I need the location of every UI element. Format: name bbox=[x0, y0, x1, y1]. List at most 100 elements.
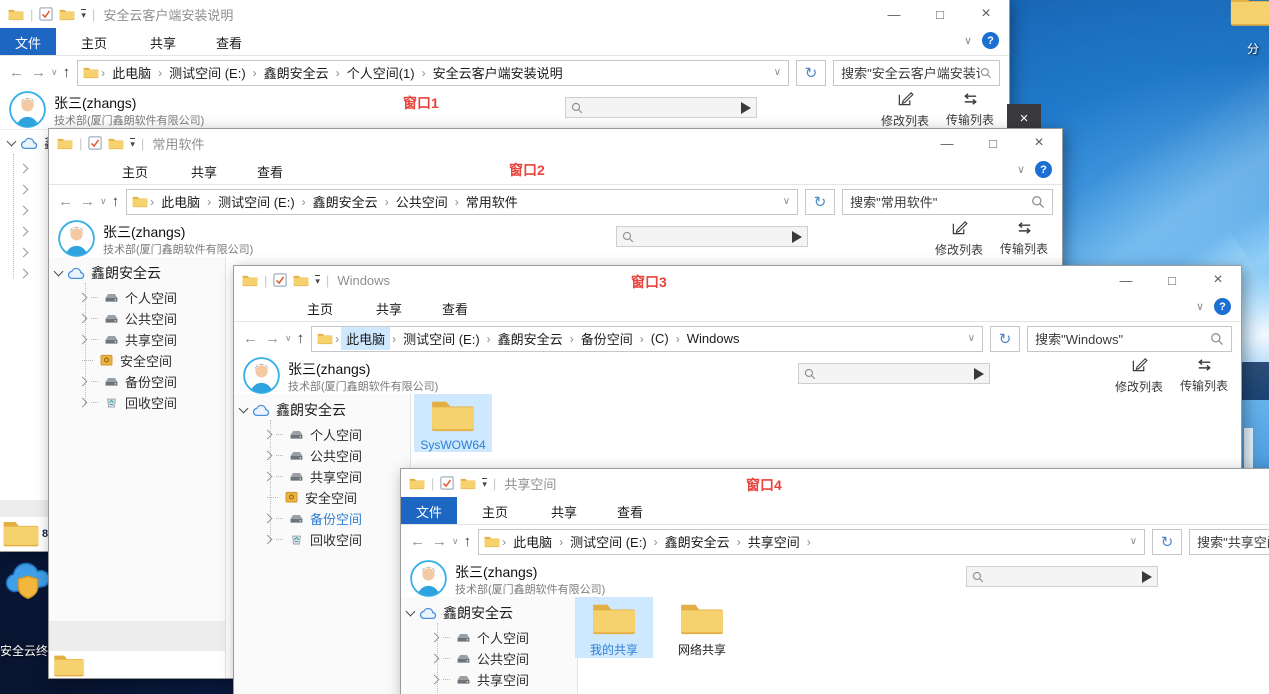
tree-item-personal-space[interactable]: 个人空间 bbox=[79, 287, 177, 307]
search-box[interactable]: 搜索"安全云客户端安装说明" bbox=[833, 60, 1000, 86]
folder-tile-network-share[interactable]: 网络共享 bbox=[663, 597, 741, 658]
breadcrumb-item[interactable]: 公共空间 bbox=[391, 190, 453, 213]
address-dropdown-icon[interactable]: ∨ bbox=[774, 67, 783, 78]
refresh-button[interactable]: ↻ bbox=[990, 326, 1020, 352]
tree-item-public-space[interactable]: 公共空间 bbox=[264, 445, 362, 465]
breadcrumb-item[interactable]: 个人空间(1) bbox=[342, 61, 420, 84]
forward-icon[interactable]: → bbox=[80, 194, 95, 209]
tab-view[interactable]: 查看 bbox=[242, 157, 298, 184]
tab-home[interactable]: 主页 bbox=[292, 294, 348, 321]
tree-item-personal-space[interactable]: 个人空间 bbox=[431, 627, 529, 647]
edit-list-button[interactable]: 修改列表 bbox=[927, 219, 991, 258]
breadcrumb-item[interactable]: 常用软件 bbox=[461, 190, 523, 213]
chevron-right-icon[interactable] bbox=[78, 313, 88, 323]
titlebar[interactable]: | ▾ | 常用软件 — □ × bbox=[49, 129, 1062, 157]
tab-file[interactable]: 文件 bbox=[401, 497, 457, 524]
refresh-button[interactable]: ↻ bbox=[1152, 529, 1182, 555]
forward-icon[interactable]: → bbox=[432, 534, 447, 549]
tree-item-shared-space[interactable]: 共享空间 bbox=[431, 669, 529, 689]
security-cloud-terminal-icon[interactable] bbox=[1, 558, 55, 604]
forward-icon[interactable]: → bbox=[31, 65, 46, 80]
close-button[interactable]: × bbox=[1016, 129, 1062, 157]
address-dropdown-icon[interactable]: ∨ bbox=[783, 196, 792, 207]
quick-search-input[interactable] bbox=[798, 363, 990, 384]
tab-view[interactable]: 查看 bbox=[201, 28, 257, 55]
tab-share[interactable]: 共享 bbox=[536, 497, 592, 524]
close-button[interactable]: × bbox=[1195, 266, 1241, 294]
breadcrumb-item[interactable]: 此电脑 bbox=[156, 190, 205, 213]
maximize-button[interactable]: □ bbox=[917, 0, 963, 28]
tab-view[interactable]: 查看 bbox=[427, 294, 483, 321]
titlebar[interactable]: | ▾ | 安全云客户端安装说明 — □ × bbox=[0, 0, 1009, 28]
chevron-right-icon[interactable] bbox=[430, 632, 440, 642]
quick-search-input[interactable] bbox=[565, 97, 757, 118]
address-bar[interactable]: › 此电脑 › 测试空间 (E:) › 鑫朗安全云 › 公共空间 › 常用软件 … bbox=[126, 189, 798, 215]
go-icon[interactable] bbox=[974, 368, 984, 380]
maximize-button[interactable]: □ bbox=[970, 129, 1016, 157]
recent-locations-icon[interactable]: ∨ bbox=[452, 537, 459, 546]
go-icon[interactable] bbox=[792, 231, 802, 243]
tree-item-backup-space[interactable]: 备份空间 bbox=[79, 371, 177, 391]
breadcrumb-item[interactable]: 测试空间 (E:) bbox=[164, 61, 251, 84]
qat-customize-icon[interactable]: ▾ bbox=[315, 275, 320, 285]
checkbox-icon[interactable] bbox=[88, 136, 102, 150]
address-bar[interactable]: › 此电脑 › 测试空间 (E:) › 鑫朗安全云 › 共享空间 › ∨ bbox=[478, 529, 1145, 555]
search-box[interactable]: 搜索"常用软件" bbox=[842, 189, 1053, 215]
tree-item-security-space[interactable]: 安全空间 bbox=[267, 487, 357, 507]
folder-tile-my-share[interactable]: 我的共享 bbox=[575, 597, 653, 658]
tab-home[interactable]: 主页 bbox=[66, 28, 122, 55]
scrollbar-track[interactable] bbox=[49, 621, 225, 651]
transfer-list-button[interactable]: 传输列表 bbox=[992, 219, 1056, 257]
breadcrumb-item[interactable]: (C) bbox=[646, 329, 674, 348]
address-bar[interactable]: › 此电脑 › 测试空间 (E:) › 鑫朗安全云 › 备份空间 › (C) ›… bbox=[311, 326, 983, 352]
tree-root[interactable]: 鑫朗安全云 bbox=[55, 263, 161, 283]
checkbox-icon[interactable] bbox=[440, 476, 454, 490]
tree-chevron[interactable] bbox=[20, 263, 27, 283]
folder-icon[interactable] bbox=[409, 477, 425, 490]
breadcrumb-item[interactable]: 鑫朗安全云 bbox=[308, 190, 383, 213]
search-icon[interactable] bbox=[1031, 195, 1045, 209]
folder-icon[interactable] bbox=[460, 477, 476, 490]
transfer-list-button[interactable]: 传输列表 bbox=[938, 90, 1002, 128]
breadcrumb-item[interactable]: 此电脑 bbox=[341, 327, 390, 350]
search-icon[interactable] bbox=[980, 66, 992, 80]
tree-item-public-space[interactable]: 公共空间 bbox=[79, 308, 177, 328]
breadcrumb-item[interactable]: 此电脑 bbox=[107, 61, 156, 84]
breadcrumb-item[interactable]: 测试空间 (E:) bbox=[213, 190, 300, 213]
up-icon[interactable]: ↑ bbox=[112, 194, 120, 209]
maximize-button[interactable]: □ bbox=[1149, 266, 1195, 294]
tree-item-recycle-space[interactable]: 回收空间 bbox=[264, 529, 362, 549]
chevron-right-icon[interactable] bbox=[263, 471, 273, 481]
chevron-right-icon[interactable] bbox=[78, 397, 88, 407]
go-icon[interactable] bbox=[1142, 571, 1152, 583]
titlebar[interactable]: | ▾ | Windows 窗口3 — □ × bbox=[234, 266, 1241, 294]
checkbox-icon[interactable] bbox=[273, 273, 287, 287]
tree-item-shared-space[interactable]: 共享空间 bbox=[264, 466, 362, 486]
go-icon[interactable] bbox=[741, 102, 751, 114]
tree-root[interactable]: 鑫朗安全云 bbox=[407, 603, 513, 623]
search-box[interactable]: 搜索"共享空间" bbox=[1189, 529, 1269, 555]
breadcrumb-item[interactable]: Windows bbox=[682, 329, 745, 348]
qat-customize-icon[interactable]: ▾ bbox=[81, 9, 86, 19]
checkbox-icon[interactable] bbox=[39, 7, 53, 21]
minimize-button[interactable]: — bbox=[924, 129, 970, 157]
help-icon[interactable]: ? bbox=[1035, 161, 1052, 178]
folder-icon[interactable] bbox=[53, 652, 85, 678]
breadcrumb-item[interactable]: 安全云客户端安装说明 bbox=[428, 61, 568, 84]
tree-item-public-space[interactable]: 公共空间 bbox=[431, 648, 529, 668]
up-icon[interactable]: ↑ bbox=[464, 534, 472, 549]
breadcrumb-item[interactable]: 共享空间 bbox=[743, 530, 805, 553]
folder-icon[interactable] bbox=[108, 137, 124, 150]
tab-share[interactable]: 共享 bbox=[361, 294, 417, 321]
address-dropdown-icon[interactable]: ∨ bbox=[968, 333, 977, 344]
up-icon[interactable]: ↑ bbox=[297, 331, 305, 346]
folder-tile-syswow64[interactable]: SysWOW64 bbox=[414, 394, 492, 452]
folder-icon[interactable] bbox=[8, 8, 24, 21]
chevron-right-icon[interactable] bbox=[263, 513, 273, 523]
file-list[interactable]: 我的共享 网络共享 bbox=[578, 597, 1269, 694]
tree-item-security-space[interactable]: 安全空间 bbox=[434, 690, 524, 694]
tree-chevron[interactable] bbox=[20, 158, 27, 178]
chevron-right-icon[interactable] bbox=[78, 292, 88, 302]
minimize-button[interactable]: — bbox=[1103, 266, 1149, 294]
tree-chevron[interactable] bbox=[20, 242, 27, 262]
